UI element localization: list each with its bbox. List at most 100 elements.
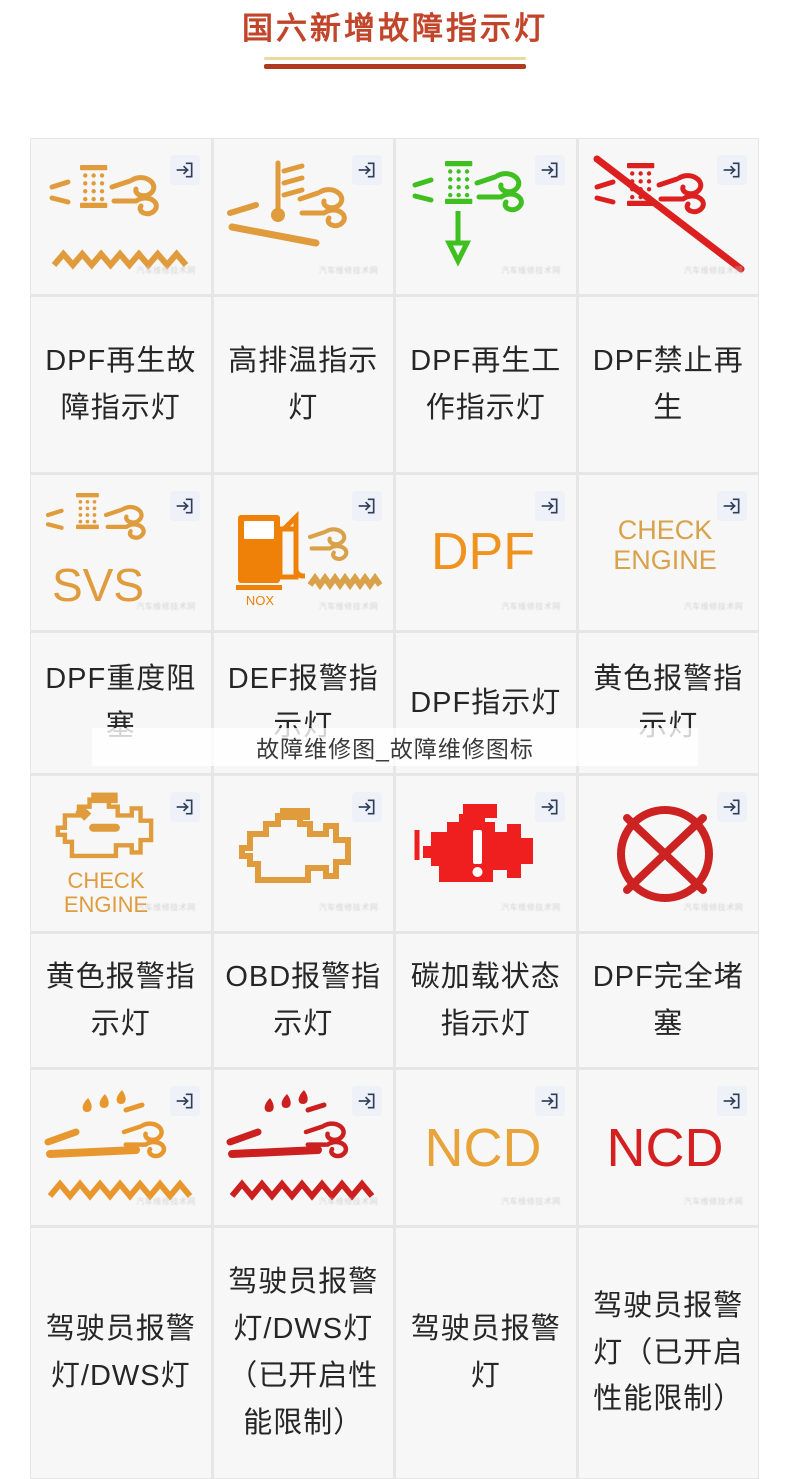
dpf-filter-regen-fault-icon: 汽车维修技术网 [36, 153, 206, 281]
indicator-label-cell[interactable]: 高排温指示灯 [213, 297, 393, 472]
image-watermark: 汽车维修技术网 [683, 601, 744, 611]
dpf-regen-active-icon: 汽车维修技术网 [401, 153, 571, 281]
indicator-label-cell[interactable]: 黄色报警指示灯 [31, 934, 211, 1067]
indicator-label: 驾驶员报警灯 [410, 1313, 561, 1392]
high-exhaust-temp-icon: 汽车维修技术网 [218, 153, 388, 281]
image-watermark: 汽车维修技术网 [501, 265, 561, 275]
indicator-label: DPF禁止再生 [592, 344, 744, 424]
import-arrow-icon [534, 1085, 565, 1116]
icon-area: SVS 汽车维修技术网 [31, 475, 211, 630]
check-engine-text-icon: CHECK ENGINE 汽车维修技术网 [583, 489, 753, 617]
indicator-label: DPF完全堵塞 [592, 960, 744, 1040]
indicator-label-cell[interactable]: 黄色报警指示灯 [578, 633, 758, 773]
indicator-label-cell[interactable]: DEF报警指示灯 [213, 633, 393, 773]
ncd-amber-text-icon: NCD 汽车维修技术网 [401, 1084, 571, 1212]
icon-area: 汽车维修技术网 [214, 776, 394, 931]
dws-red-icon: 汽车维修技术网 [218, 1084, 388, 1212]
image-watermark: 汽车维修技术网 [683, 1196, 744, 1206]
svg-text:NOX: NOX [246, 593, 275, 608]
indicator-lights-grid: 汽车维修技术网 汽车维修技术网 汽车维修技术网 汽车维修技术网 DPF再生故障指… [30, 138, 759, 1479]
page-title: 国六新增故障指示灯 [242, 11, 548, 46]
title-rule-bottom [264, 63, 526, 69]
icon-area: DPF 汽车维修技术网 [396, 475, 576, 630]
ncd-red-text-icon: NCD 汽车维修技术网 [583, 1084, 753, 1212]
svs-icon: SVS 汽车维修技术网 [36, 489, 206, 617]
indicator-icon-cell[interactable]: 汽车维修技术网 [31, 139, 211, 294]
import-arrow-icon [169, 1085, 200, 1116]
indicator-label-cell[interactable]: DPF指示灯 [396, 633, 576, 773]
indicator-icon-cell[interactable]: 汽车维修技术网 [396, 139, 576, 294]
svg-text:NCD: NCD [607, 1118, 724, 1178]
indicator-label: DPF指示灯 [410, 686, 562, 719]
icon-area: 汽车维修技术网 [31, 1070, 211, 1225]
import-arrow-icon [352, 490, 383, 521]
indicator-icon-cell[interactable]: CHECK ENGINE 汽车维修技术网 [31, 776, 211, 931]
indicator-label-cell[interactable]: 驾驶员报警灯（已开启性能限制） [578, 1228, 758, 1478]
image-watermark: 汽车维修技术网 [318, 601, 379, 611]
import-arrow-icon [717, 1085, 748, 1116]
indicator-icon-cell[interactable]: 汽车维修技术网 [213, 139, 394, 294]
svg-text:ENGINE: ENGINE [613, 545, 717, 575]
indicator-label-cell[interactable]: 驾驶员报警灯 [396, 1228, 576, 1478]
indicator-icon-cell[interactable]: CHECK ENGINE 汽车维修技术网 [578, 475, 759, 630]
indicator-icon-cell[interactable]: 汽车维修技术网 [31, 1070, 211, 1225]
icon-area: CHECK ENGINE 汽车维修技术网 [579, 475, 759, 630]
indicator-label: 驾驶员报警灯/DWS灯 [45, 1313, 196, 1392]
image-watermark: 汽车维修技术网 [683, 265, 744, 275]
import-arrow-icon [534, 791, 565, 822]
page-header: 国六新增故障指示灯 [0, 0, 790, 69]
indicator-label-cell[interactable]: DPF再生工作指示灯 [396, 297, 576, 472]
icon-area: 汽车维修技术网 [214, 139, 394, 294]
indicator-label-cell[interactable]: DPF重度阻塞 [31, 633, 211, 773]
indicator-label-cell[interactable]: DPF禁止再生 [578, 297, 758, 472]
indicator-label: 黄色报警指示灯 [593, 663, 744, 742]
import-arrow-icon [352, 791, 383, 822]
icon-area: NCD 汽车维修技术网 [579, 1070, 759, 1225]
indicator-icon-cell[interactable]: 汽车维修技术网 [213, 776, 394, 931]
image-watermark: 汽车维修技术网 [318, 265, 379, 275]
obd-engine-outline-icon: 汽车维修技术网 [218, 790, 388, 918]
import-arrow-icon [352, 154, 383, 185]
image-watermark: 汽车维修技术网 [501, 902, 561, 912]
icon-area: NCD 汽车维修技术网 [396, 1070, 576, 1225]
indicator-icon-cell[interactable]: 汽车维修技术网 [578, 776, 759, 931]
indicator-icon-cell[interactable]: NOX 汽车维修技术网 [213, 475, 393, 630]
import-arrow-icon [169, 791, 200, 822]
svg-text:NCD: NCD [424, 1118, 541, 1178]
import-arrow-icon [717, 490, 748, 521]
indicator-icon-cell[interactable]: 汽车维修技术网 [578, 139, 758, 294]
indicator-label-cell[interactable]: 驾驶员报警灯/DWS灯（已开启性能限制） [213, 1228, 393, 1478]
indicator-icon-cell[interactable]: DPF 汽车维修技术网 [396, 475, 576, 630]
image-watermark: 汽车维修技术网 [501, 601, 561, 611]
indicator-label-cell[interactable]: OBD报警指示灯 [213, 934, 393, 1067]
indicator-icon-cell[interactable]: 汽车维修技术网 [396, 776, 576, 931]
indicator-label-cell[interactable]: DPF完全堵塞 [578, 934, 758, 1067]
import-arrow-icon [534, 490, 565, 521]
import-arrow-icon [169, 490, 200, 521]
dpf-text-icon: DPF 汽车维修技术网 [401, 489, 571, 617]
indicator-label: DEF报警指示灯 [227, 663, 379, 742]
import-arrow-icon [717, 791, 748, 822]
svg-text:DPF: DPF [431, 523, 535, 581]
import-arrow-icon [717, 154, 748, 185]
icon-area: 汽车维修技术网 [396, 776, 576, 931]
icon-area: 汽车维修技术网 [579, 776, 759, 931]
svg-text:CHECK: CHECK [618, 515, 713, 545]
image-watermark: 汽车维修技术网 [318, 902, 379, 912]
svg-text:SVS: SVS [52, 559, 144, 611]
import-arrow-icon [534, 154, 565, 185]
indicator-icon-cell[interactable]: NCD 汽车维修技术网 [396, 1070, 576, 1225]
indicator-label-cell[interactable]: 驾驶员报警灯/DWS灯 [31, 1228, 211, 1478]
indicator-icon-cell[interactable]: 汽车维修技术网 [213, 1070, 393, 1225]
image-watermark: 汽车维修技术网 [683, 902, 744, 912]
circle-slash-icon: 汽车维修技术网 [583, 790, 753, 918]
indicator-label-cell[interactable]: 碳加载状态指示灯 [396, 934, 576, 1067]
icon-area: 汽车维修技术网 [396, 139, 576, 294]
icon-area: CHECK ENGINE 汽车维修技术网 [31, 776, 211, 931]
indicator-label-cell[interactable]: DPF再生故障指示灯 [31, 297, 211, 472]
title-underline-decoration [264, 56, 526, 69]
indicator-icon-cell[interactable]: SVS 汽车维修技术网 [31, 475, 211, 630]
image-watermark: 汽车维修技术网 [136, 1196, 196, 1206]
indicator-icon-cell[interactable]: NCD 汽车维修技术网 [578, 1070, 759, 1225]
engine-solid-alert-icon: 汽车维修技术网 [401, 790, 571, 918]
